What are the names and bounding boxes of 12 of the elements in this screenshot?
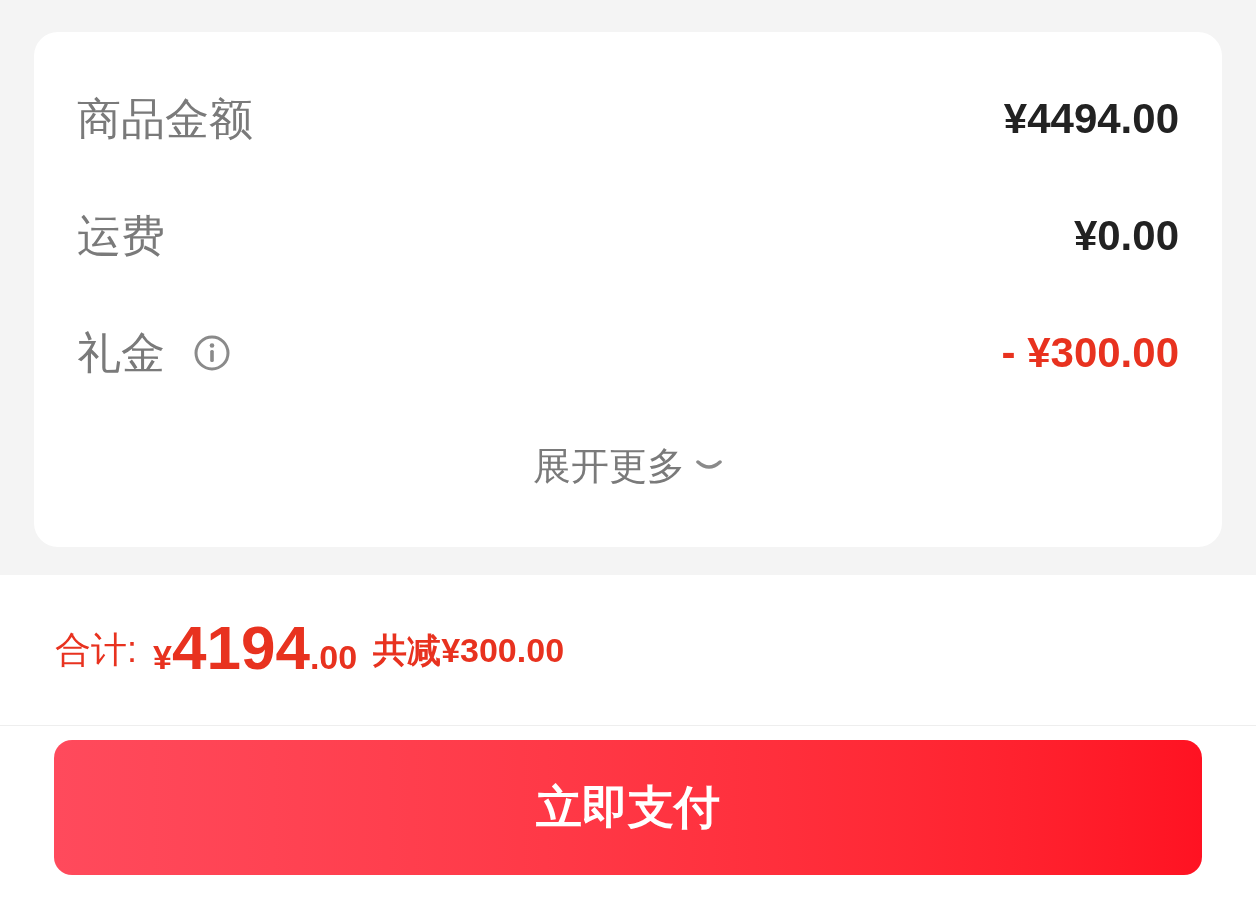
expand-more-button[interactable]: 展开更多: [533, 437, 723, 495]
fee-amount: ¥4494.00: [1003, 94, 1179, 144]
saving-text: 共减¥300.00: [373, 629, 565, 671]
total-amount: ¥4194.00: [153, 617, 358, 683]
fee-amount: - ¥300.00: [1001, 328, 1179, 378]
fee-label: 礼金: [77, 326, 165, 379]
fee-amount: ¥0.00: [1073, 211, 1179, 261]
pay-button[interactable]: 立即支付: [54, 740, 1202, 875]
info-icon[interactable]: [193, 333, 231, 372]
fee-label: 商品金额: [77, 92, 253, 145]
total-label: 合计:: [55, 628, 137, 672]
fee-label: 运费: [77, 209, 165, 262]
